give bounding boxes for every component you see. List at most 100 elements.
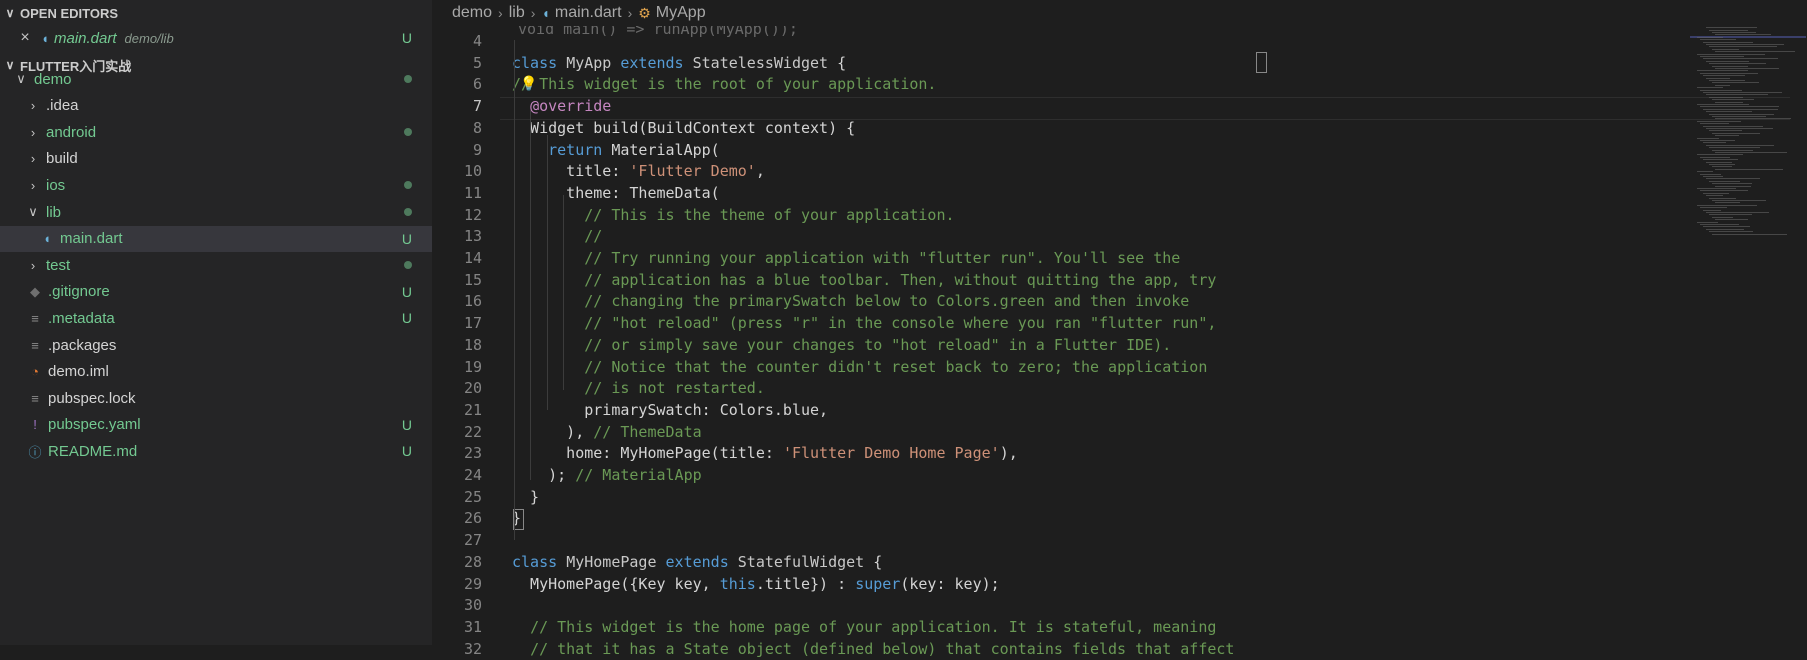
- code-line[interactable]: 26}: [432, 508, 1692, 530]
- tree-file[interactable]: ! pubspec.yaml U: [0, 412, 432, 438]
- code-editor[interactable]: 4 5 class MyApp extends StatelessWidget {6…: [432, 0, 1807, 658]
- minimap-line: [1706, 77, 1730, 79]
- code-token: ),: [512, 422, 594, 441]
- code-line[interactable]: 24 ); // MaterialApp: [432, 465, 1692, 487]
- minimap-line: [1712, 132, 1761, 134]
- minimap-line: [1715, 202, 1741, 204]
- code-line[interactable]: 6 // This widget is the root of your appl…: [432, 74, 1692, 96]
- breadcrumb-item[interactable]: main.dart: [555, 4, 622, 22]
- code-text: title: 'Flutter Demo',: [512, 161, 765, 183]
- code-line[interactable]: 14 // Try running your application with …: [432, 248, 1692, 270]
- code-token: {: [837, 53, 847, 72]
- tree-folder[interactable]: › android: [0, 119, 432, 145]
- minimap-line: [1697, 104, 1750, 105]
- tree-file[interactable]: ≡ pubspec.lock: [0, 385, 432, 411]
- code-token: }: [512, 487, 540, 506]
- code-line[interactable]: 20 // is not restarted.: [432, 378, 1692, 400]
- close-icon[interactable]: ×: [16, 29, 34, 47]
- minimap-line: [1697, 221, 1719, 223]
- tree-folder[interactable]: ∨ demo: [0, 66, 432, 92]
- tree-item-label: main.dart: [60, 230, 123, 248]
- tree-folder[interactable]: ∨ lib: [0, 199, 432, 225]
- code-line[interactable]: 5 class MyApp extends StatelessWidget {: [432, 53, 1692, 75]
- tree-file[interactable]: ⓘ README.md U: [0, 438, 432, 464]
- line-number: 27: [463, 531, 482, 550]
- code-line[interactable]: 27: [432, 530, 1692, 552]
- code-line[interactable]: 30: [432, 595, 1692, 617]
- breadcrumb-item[interactable]: MyApp: [656, 4, 706, 22]
- code-line[interactable]: 11 theme: ThemeData(: [432, 183, 1692, 205]
- code-line[interactable]: 28 class MyHomePage extends StatefulWidge…: [432, 552, 1692, 574]
- minimap-line: [1706, 178, 1760, 180]
- code-line[interactable]: 29 MyHomePage({Key key, this.title}) : s…: [432, 574, 1692, 596]
- code-token: // MaterialApp: [575, 466, 702, 484]
- code-token: 'Flutter Demo Home Page': [782, 444, 1000, 463]
- breadcrumb[interactable]: demo › lib › ◖ main.dart › ⚙ MyApp: [432, 0, 1807, 26]
- minimap[interactable]: [1687, 20, 1807, 250]
- line-number: 25: [463, 487, 482, 506]
- code-token: class: [512, 552, 567, 571]
- minimap-line: [1703, 75, 1746, 77]
- tree-folder[interactable]: › build: [0, 146, 432, 172]
- minimap-line: [1715, 101, 1744, 103]
- line-number: 7: [472, 97, 482, 116]
- minimap-line: [1703, 226, 1750, 228]
- code-line[interactable]: 15 // application has a blue toolbar. Th…: [432, 270, 1692, 292]
- chevron-right-icon: ›: [30, 177, 36, 193]
- dart-icon: ◖: [43, 231, 51, 247]
- untracked-badge: U: [401, 310, 412, 327]
- tree-item-label: pubspec.yaml: [48, 416, 141, 434]
- code-line[interactable]: 18 // or simply save your changes to "ho…: [432, 335, 1692, 357]
- dart-icon: ◖: [541, 5, 550, 21]
- code-line[interactable]: 12 // This is the theme of your applicat…: [432, 205, 1692, 227]
- code-line[interactable]: 9 return MaterialApp(: [432, 140, 1692, 162]
- minimap-line: [1712, 99, 1755, 101]
- code-token: // This is the theme of your application…: [584, 205, 955, 224]
- tree-folder[interactable]: › ios: [0, 172, 432, 198]
- minimap-line: [1712, 32, 1757, 33]
- code-line[interactable]: 32 // that it has a State object (define…: [432, 639, 1692, 660]
- code-line[interactable]: 19 // Notice that the counter didn't res…: [432, 357, 1692, 379]
- code-line[interactable]: 16 // changing the primarySwatch below t…: [432, 291, 1692, 313]
- code-text: class MyHomePage extends StatefulWidget …: [512, 552, 882, 574]
- code-line[interactable]: 17 // "hot reload" (press "r" in the con…: [432, 313, 1692, 335]
- code-line[interactable]: 8 Widget build(BuildContext context) {: [432, 118, 1692, 140]
- breadcrumb-item[interactable]: lib: [509, 4, 525, 22]
- code-text: // is not restarted.: [512, 378, 765, 400]
- tree-item-label: lib: [46, 203, 62, 221]
- bracket-match-highlight: [1256, 52, 1267, 73]
- tree-file[interactable]: ≡ .metadata U: [0, 305, 432, 331]
- tree-file[interactable]: ◔ demo.iml: [0, 359, 432, 385]
- open-editor-filename: main.dart: [54, 29, 117, 47]
- tree-folder[interactable]: › .idea: [0, 93, 432, 119]
- minimap-line: [1700, 39, 1737, 41]
- line-number: 13: [463, 227, 482, 246]
- untracked-badge: U: [401, 443, 412, 460]
- breadcrumb-item[interactable]: demo: [452, 4, 492, 22]
- tree-file[interactable]: ◖ main.dart U: [0, 225, 432, 252]
- code-token: extends: [620, 53, 693, 72]
- minimap-line: [1712, 233, 1788, 235]
- code-line[interactable]: 22 ), // ThemeData: [432, 422, 1692, 444]
- lightbulb-icon[interactable]: 💡: [520, 75, 537, 92]
- open-editor-item[interactable]: × ◖ main.dart demo/lib U: [0, 25, 432, 51]
- tree-folder[interactable]: › test: [0, 252, 432, 278]
- line-number: 10: [463, 162, 482, 181]
- chevron-right-icon: ›: [530, 5, 536, 21]
- tree-file[interactable]: ≡ .packages: [0, 332, 432, 358]
- code-line[interactable]: 31 // This widget is the home page of yo…: [432, 617, 1692, 639]
- line-number: 22: [463, 422, 482, 441]
- code-line[interactable]: 23 home: MyHomePage(title: 'Flutter Demo…: [432, 443, 1692, 465]
- open-editors-header[interactable]: ∨ OPEN EDITORS: [0, 0, 432, 26]
- untracked-badge: U: [401, 30, 412, 46]
- minimap-line: [1715, 135, 1740, 137]
- code-token: // Try running your application with "fl…: [584, 249, 1181, 267]
- code-line[interactable]: 10 title: 'Flutter Demo',: [432, 161, 1692, 183]
- code-line[interactable]: 25 }: [432, 487, 1692, 509]
- untracked-badge: U: [401, 283, 412, 300]
- code-line[interactable]: 13 //: [432, 226, 1692, 248]
- code-text: // Notice that the counter didn't reset …: [512, 357, 1207, 379]
- code-line[interactable]: 21 primarySwatch: Colors.blue,: [432, 400, 1692, 422]
- tree-file[interactable]: ◆ .gitignore U: [0, 279, 432, 305]
